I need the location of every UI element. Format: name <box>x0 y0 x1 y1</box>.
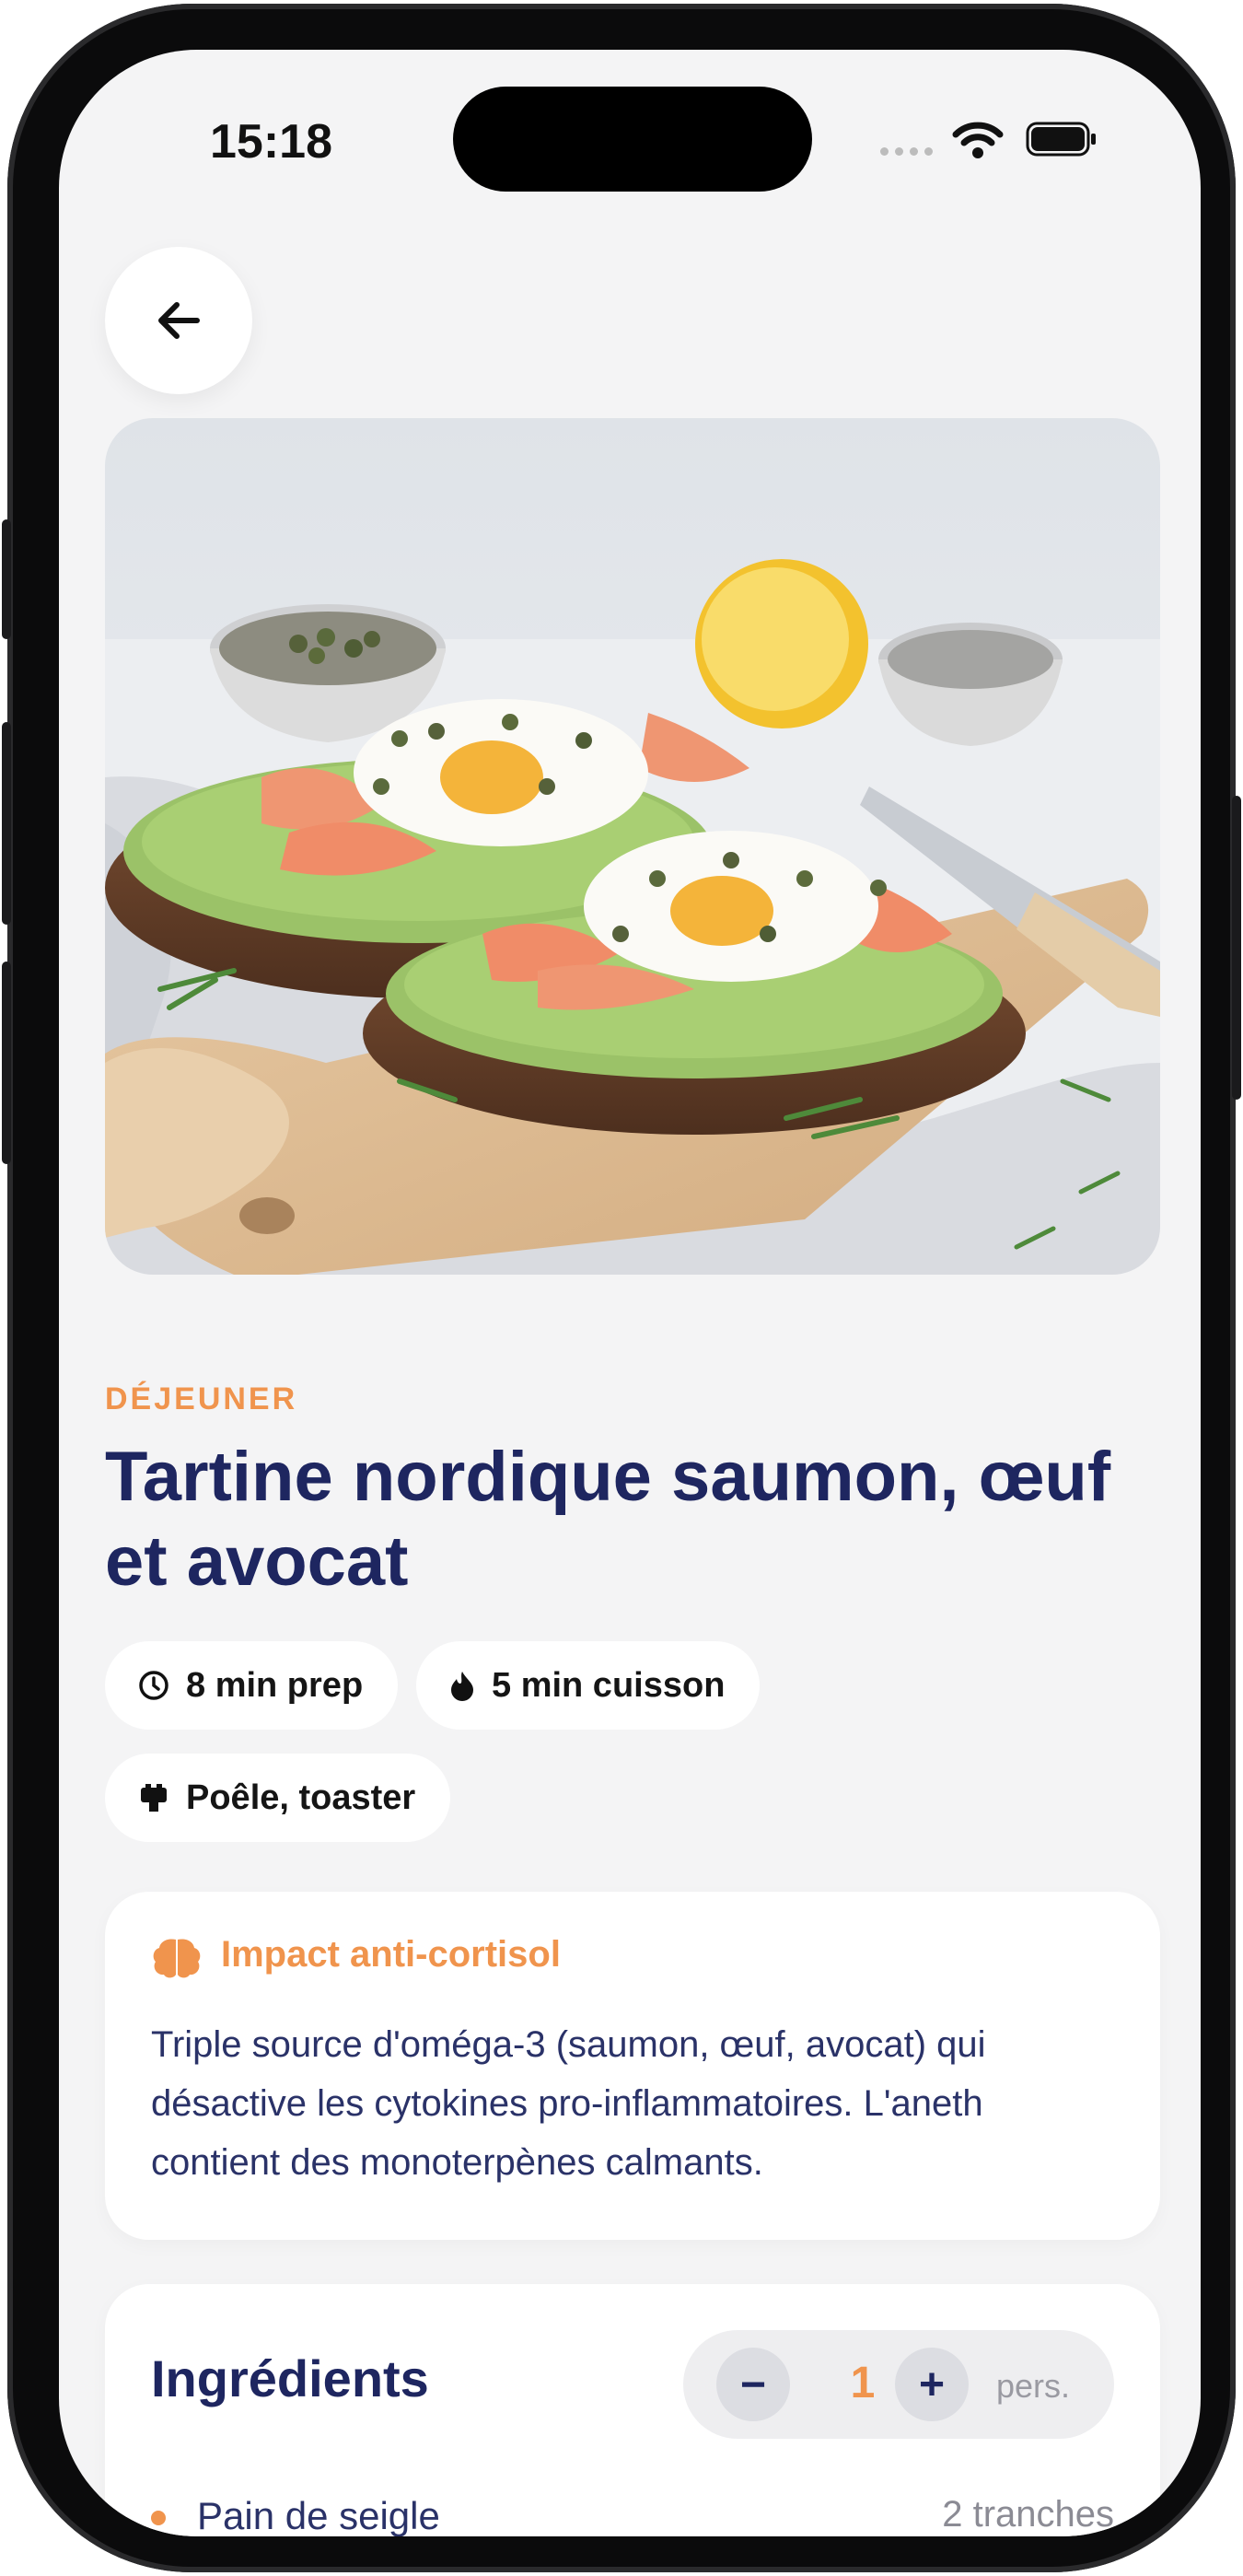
prep-time-chip: 8 min prep <box>105 1641 399 1730</box>
impact-text: Triple source d'oméga-3 (saumon, œuf, av… <box>151 2024 986 2183</box>
phone-frame: 15:18 DÉJEUNER Tartine nordique saumon, … <box>2 4 1241 2572</box>
servings-value: 1 <box>850 2359 876 2407</box>
volume-down-button <box>2 962 11 1164</box>
recipe-photo-illustration <box>105 418 1160 1275</box>
arrow-left-icon <box>158 302 200 339</box>
ingredient-quantity: 2 tranches <box>942 2494 1114 2535</box>
servings-unit: pers. <box>996 2367 1071 2405</box>
cook-time-label: 5 min cuisson <box>492 1665 726 1705</box>
status-time: 15:18 <box>210 115 332 169</box>
ingredients-card: Ingrédients − 1 + pers. Pain de seigle 2… <box>105 2284 1160 2536</box>
status-bar: 15:18 <box>59 50 1201 234</box>
prep-time-label: 8 min prep <box>186 1665 364 1705</box>
app-screen: 15:18 DÉJEUNER Tartine nordique saumon, … <box>59 50 1201 2536</box>
brain-icon <box>153 1939 201 1978</box>
bullet-icon <box>151 2511 166 2525</box>
servings-stepper: − 1 + pers. <box>683 2330 1114 2439</box>
wifi-icon <box>952 122 1004 158</box>
cook-time-chip: 5 min cuisson <box>416 1641 761 1730</box>
decrease-servings-button[interactable]: − <box>716 2348 790 2421</box>
equipment-label: Poêle, toaster <box>186 1778 416 1817</box>
recipe-title: Tartine nordique saumon, œuf et avocat <box>105 1438 1111 1601</box>
volume-up-button <box>2 722 11 925</box>
action-button <box>2 519 11 639</box>
flame-icon <box>451 1672 473 1701</box>
impact-card: Impact anti-cortisol Triple source d'omé… <box>105 1892 1160 2240</box>
ingredient-name: Pain de seigle <box>197 2494 440 2536</box>
power-button <box>1232 796 1241 1100</box>
ingredients-title: Ingrédients <box>151 2349 429 2407</box>
clock-icon <box>139 1671 168 1700</box>
dynamic-island <box>453 87 812 192</box>
signal-icon <box>880 147 933 156</box>
recipe-photo <box>105 418 1160 1275</box>
recipe-category: DÉJEUNER <box>105 1381 298 1416</box>
increase-servings-button[interactable]: + <box>895 2348 969 2421</box>
back-button[interactable] <box>105 247 252 394</box>
toaster-icon <box>141 1784 167 1812</box>
impact-title: Impact anti-cortisol <box>221 1934 561 1975</box>
list-item: Pain de seigle 2 tranches <box>151 2489 1114 2536</box>
equipment-chip: Poêle, toaster <box>105 1754 451 1842</box>
battery-icon <box>1026 122 1096 157</box>
